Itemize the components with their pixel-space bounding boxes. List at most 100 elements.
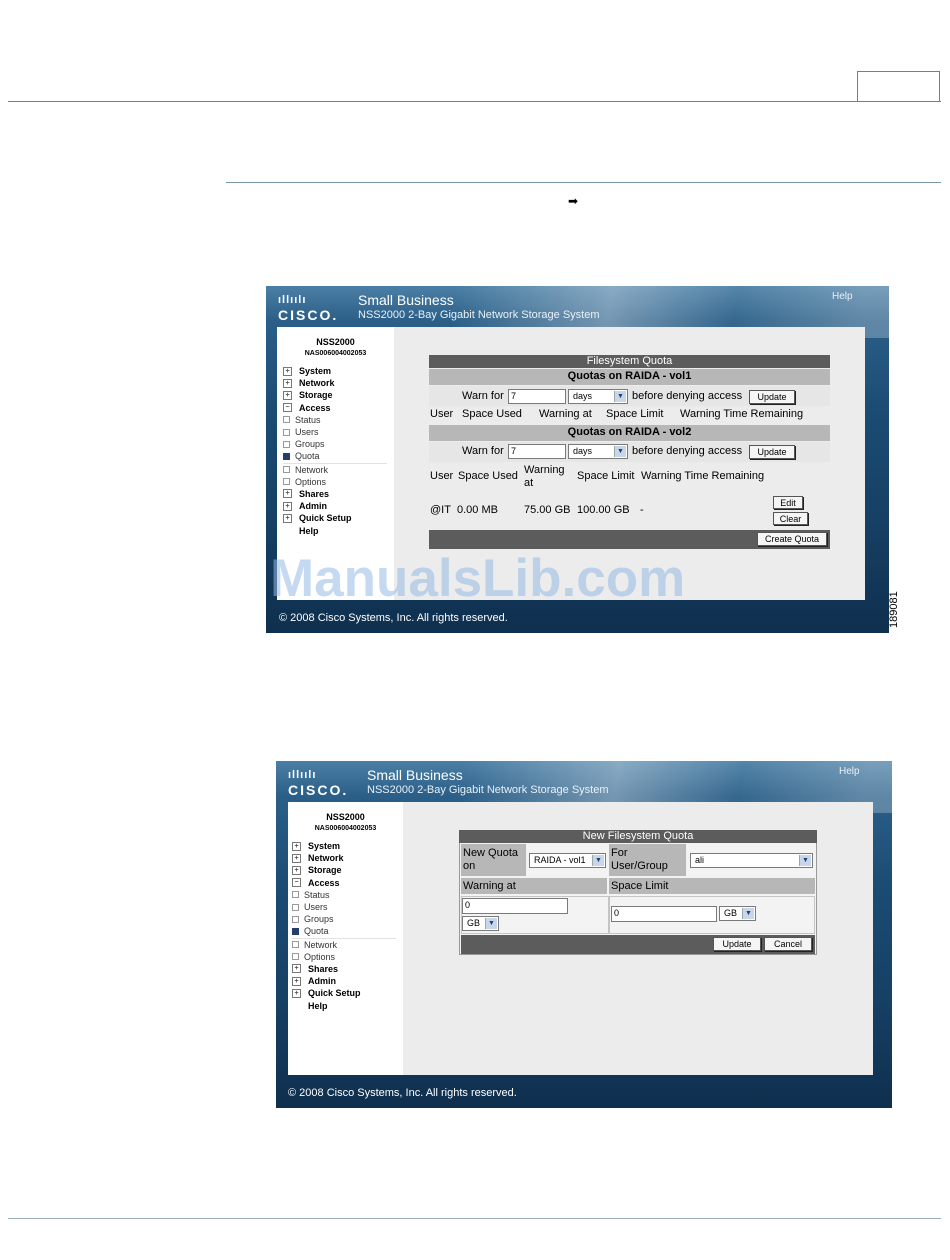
vol2-unit-select[interactable]: days ▼	[568, 444, 628, 459]
vol1-col-warning-at: Warning at	[539, 408, 592, 420]
sidebar-item-label: Storage	[299, 390, 333, 401]
sidebar-item-status[interactable]: Status	[283, 414, 387, 426]
user-group-value: ali	[695, 855, 705, 865]
warning-at-input[interactable]: 0	[462, 898, 568, 914]
bullet-icon	[292, 891, 299, 899]
vol2-col-space-limit: Space Limit	[577, 470, 635, 482]
volume-value: RAIDA - vol1	[534, 855, 586, 865]
sidebar-item-help[interactable]: Help	[283, 524, 387, 536]
sidebar-item-label: System	[308, 841, 341, 852]
help-link[interactable]: Help	[839, 766, 860, 777]
sidebar-item-options[interactable]: Options	[292, 951, 396, 963]
sidebar-item-quota[interactable]: Quota	[292, 925, 396, 939]
product-subtitle: NSS2000 2-Bay Gigabit Network Storage Sy…	[358, 309, 600, 321]
warning-unit-select[interactable]: GB ▼	[462, 916, 499, 931]
chevron-down-icon: ▼	[742, 908, 754, 919]
space-limit-input[interactable]: 0	[611, 906, 717, 922]
limit-unit-value: GB	[724, 908, 738, 918]
chevron-down-icon: ▼	[799, 855, 811, 866]
sidebar-item-network[interactable]: Network	[292, 939, 396, 951]
vol1-col-space-limit: Space Limit	[606, 408, 664, 420]
sidebar-item-groups[interactable]: Groups	[283, 438, 387, 450]
volume-select[interactable]: RAIDA - vol1 ▼	[529, 853, 606, 868]
sidebar-item-storage[interactable]: + Storage	[283, 389, 387, 401]
sidebar-nav: + System + Network + Storage − Access Status User…	[283, 365, 387, 537]
help-link[interactable]: Help	[832, 291, 853, 302]
bullet-icon	[292, 941, 299, 949]
expand-icon: +	[292, 976, 301, 986]
vol1-col-user: User	[430, 408, 454, 420]
row-space-used: 0.00 MB	[457, 504, 498, 516]
vol2-before-denying-label: before denying access	[632, 445, 743, 457]
sidebar-item-network[interactable]: + Network	[283, 377, 387, 389]
row-user: @IT	[430, 504, 451, 516]
sidebar-item-options[interactable]: Options	[283, 476, 387, 488]
for-user-group-label: For User/Group	[611, 847, 668, 872]
sidebar-item-shares[interactable]: + Shares	[283, 488, 387, 500]
vol2-update-button[interactable]: Update	[749, 445, 795, 459]
sidebar-nav: + System + Network + Storage − Access Status User…	[292, 840, 396, 1012]
sidebar-item-label: Quick Setup	[299, 513, 352, 524]
sidebar-item-admin[interactable]: + Admin	[292, 975, 396, 987]
chevron-down-icon: ▼	[485, 918, 497, 929]
sidebar-item-users[interactable]: Users	[292, 901, 396, 913]
sidebar-item-label: Status	[304, 889, 330, 900]
expand-icon: +	[283, 501, 292, 511]
chevron-down-icon: ▼	[614, 446, 626, 457]
sidebar-item-status[interactable]: Status	[292, 889, 396, 901]
arrow-icon: ➡	[568, 194, 579, 208]
sidebar-item-system[interactable]: + System	[292, 840, 396, 852]
vol1-unit-select[interactable]: days ▼	[568, 389, 628, 404]
footer-copyright: © 2008 Cisco Systems, Inc. All rights re…	[279, 612, 508, 624]
bullet-icon	[283, 478, 290, 486]
clear-button[interactable]: Clear	[773, 512, 808, 525]
sidebar-item-label: Groups	[295, 439, 325, 450]
bullet-icon	[283, 440, 290, 448]
row-warning-at: 75.00 GB	[524, 504, 571, 516]
sidebar-item-label: Quota	[304, 926, 329, 937]
sidebar-item-system[interactable]: + System	[283, 365, 387, 377]
vol2-col-warning-at: Warning at	[524, 464, 565, 489]
sidebar-item-storage[interactable]: + Storage	[292, 864, 396, 876]
sidebar-item-network[interactable]: Network	[283, 464, 387, 476]
create-quota-button[interactable]: Create Quota	[757, 532, 827, 546]
limit-unit-select[interactable]: GB ▼	[719, 906, 756, 921]
vol2-header: Quotas on RAIDA - vol2	[429, 425, 830, 441]
sidebar-item-help[interactable]: Help	[292, 999, 396, 1011]
vol1-warn-for-label: Warn for	[462, 390, 504, 402]
expand-icon: +	[283, 489, 292, 499]
sidebar-item-quick-setup[interactable]: + Quick Setup	[283, 512, 387, 524]
sidebar-item-label: Storage	[308, 865, 342, 876]
expand-icon: +	[283, 378, 292, 388]
sidebar-item-access[interactable]: − Access	[292, 877, 396, 889]
row-space-limit: 100.00 GB	[577, 504, 630, 516]
sidebar-item-shares[interactable]: + Shares	[292, 963, 396, 975]
device-name: NSS2000 NAS006004002053	[288, 812, 403, 834]
cisco-logo: ıllıılı CISCO.	[288, 769, 349, 798]
sidebar-item-network[interactable]: + Network	[292, 852, 396, 864]
cancel-button[interactable]: Cancel	[764, 937, 812, 951]
sidebar-item-label: Network	[304, 939, 338, 950]
sidebar: NSS2000 NAS006004002053 + System + Network +…	[288, 802, 403, 1075]
header-rule	[8, 101, 941, 102]
sidebar-item-label: Quota	[295, 451, 320, 462]
vol1-col-space-used: Space Used	[462, 408, 522, 420]
sidebar-item-label: Shares	[308, 963, 339, 974]
sidebar-item-groups[interactable]: Groups	[292, 913, 396, 925]
watermark: ManualsLib.com	[270, 549, 686, 608]
expand-icon: +	[292, 964, 301, 974]
sidebar-item-users[interactable]: Users	[283, 426, 387, 438]
edit-button[interactable]: Edit	[773, 496, 803, 509]
user-group-select[interactable]: ali ▼	[690, 853, 813, 868]
update-button[interactable]: Update	[713, 937, 761, 951]
vol1-update-button[interactable]: Update	[749, 390, 795, 404]
sidebar-item-access[interactable]: − Access	[283, 402, 387, 414]
sidebar-item-label: Help	[299, 525, 319, 536]
vol2-warn-input[interactable]: 7	[508, 444, 566, 459]
sidebar-item-quota[interactable]: Quota	[283, 450, 387, 464]
new-quota-title-bar: New Filesystem Quota	[459, 830, 817, 843]
expand-icon: +	[292, 853, 301, 863]
sidebar-item-quick-setup[interactable]: + Quick Setup	[292, 987, 396, 999]
vol1-warn-input[interactable]: 7	[508, 389, 566, 404]
sidebar-item-admin[interactable]: + Admin	[283, 500, 387, 512]
